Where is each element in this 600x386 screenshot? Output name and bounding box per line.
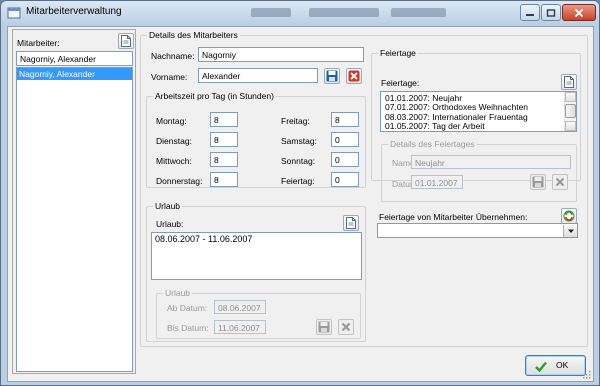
- new-employee-button[interactable]: [118, 33, 134, 49]
- delete-employee-button[interactable]: [346, 68, 362, 84]
- app-icon: [7, 6, 21, 20]
- holiday-detail-group: Details des Feiertages Name Neujahr Datu…: [381, 139, 577, 202]
- to-date-input[interactable]: 11.06.2007: [214, 320, 266, 334]
- chevron-down-icon[interactable]: [563, 225, 577, 237]
- resize-grip-icon[interactable]: [581, 369, 591, 379]
- employee-filter-input[interactable]: Nagorniy, Alexander: [16, 51, 133, 66]
- sunday-hours-input[interactable]: 0: [331, 152, 359, 167]
- holiday-hours-input[interactable]: 0: [331, 172, 359, 187]
- scroll-down-button[interactable]: [565, 121, 576, 131]
- application-window: Mitarbeiterverwaltung Mitarbeiter: Nagor…: [0, 0, 600, 386]
- firstname-input[interactable]: Alexander: [198, 68, 318, 83]
- to-date-label: Bis Datum:: [167, 323, 209, 333]
- close-button[interactable]: [562, 4, 596, 21]
- holidays-list-scrollbar[interactable]: [564, 92, 576, 131]
- holidays-group: Feiertage Feiertage: 01.01.2007: Neujahr…: [371, 48, 581, 202]
- title-bar[interactable]: Mitarbeiterverwaltung: [1, 1, 599, 25]
- copy-holidays-label: Feiertage von Mitarbeiter Übernehmen:: [379, 212, 528, 222]
- minimize-button[interactable]: [520, 4, 540, 21]
- holidays-legend: Feiertage: [378, 48, 418, 58]
- ok-label: OK: [556, 360, 569, 370]
- monday-label: Montag:: [156, 116, 187, 126]
- employee-details-legend: Details des Mitarbeiters: [147, 30, 240, 40]
- thursday-label: Donnerstag:: [156, 176, 203, 186]
- lastname-input[interactable]: Nagorniy: [198, 47, 364, 62]
- wednesday-label: Mittwoch:: [156, 156, 192, 166]
- vacation-list-item[interactable]: 08.06.2007 - 11.06.2007: [152, 233, 361, 246]
- employee-list-item[interactable]: Nagorniy, Alexander: [17, 68, 132, 80]
- vacation-detail-legend: Urlaub: [163, 288, 193, 298]
- window-title: Mitarbeiterverwaltung: [26, 6, 122, 17]
- employees-label: Mitarbeiter:: [17, 38, 60, 48]
- holiday-name-input[interactable]: Neujahr: [411, 155, 571, 169]
- scroll-thumb[interactable]: [565, 104, 576, 118]
- holidays-list[interactable]: 01.01.2007: Neujahr 07.01.2007: Orthodox…: [380, 91, 577, 132]
- vacation-legend: Urlaub: [153, 201, 183, 211]
- holiday-detail-legend: Details des Feiertages: [388, 139, 477, 149]
- worktime-legend: Arbeitszeit pro Tag (in Stunden): [153, 91, 276, 101]
- vacation-list[interactable]: 08.06.2007 - 11.06.2007: [151, 232, 362, 280]
- holiday-date-input[interactable]: 01.01.2007: [411, 175, 463, 189]
- employee-panel: Mitarbeiter: Nagorniy, Alexander Nagorni…: [12, 29, 136, 374]
- wednesday-hours-input[interactable]: 8: [210, 152, 238, 167]
- from-date-input[interactable]: 08.06.2007: [214, 300, 266, 314]
- client-area: Mitarbeiter: Nagorniy, Alexander Nagorni…: [7, 26, 594, 382]
- delete-vacation-button[interactable]: [338, 319, 354, 335]
- tuesday-hours-input[interactable]: 8: [210, 132, 238, 147]
- save-employee-button[interactable]: [324, 68, 340, 84]
- new-holiday-button[interactable]: [561, 74, 577, 90]
- ok-button[interactable]: OK: [525, 355, 586, 376]
- from-date-label: Ab Datum:: [167, 303, 208, 313]
- thursday-hours-input[interactable]: 8: [210, 172, 238, 187]
- vacation-detail-group: Urlaub Ab Datum: 08.06.2007 Bis Datum: 1…: [156, 288, 361, 339]
- maximize-button[interactable]: [541, 4, 561, 21]
- save-vacation-button[interactable]: [316, 319, 332, 335]
- friday-hours-input[interactable]: 8: [331, 112, 359, 127]
- check-icon: [535, 361, 547, 372]
- lastname-label: Nachname:: [151, 51, 195, 61]
- sunday-label: Sonntag:: [281, 156, 316, 166]
- copy-holidays-button[interactable]: [561, 208, 577, 224]
- delete-holiday-button[interactable]: [552, 174, 568, 190]
- employee-details-group: Details des Mitarbeiters Nachname: Nagor…: [140, 30, 588, 347]
- holidays-list-label: Feiertage:: [381, 78, 420, 88]
- save-holiday-button[interactable]: [530, 174, 546, 190]
- holiday-list-item[interactable]: 01.05.2007: Tag der Arbeit: [381, 121, 576, 131]
- new-vacation-button[interactable]: [343, 215, 359, 231]
- scroll-up-button[interactable]: [565, 92, 576, 102]
- worktime-group: Arbeitszeit pro Tag (in Stunden) Montag:…: [146, 91, 366, 188]
- vacation-group: Urlaub Urlaub: 08.06.2007 - 11.06.2007 U…: [146, 201, 366, 342]
- background-taskbar-ghost: [251, 6, 491, 20]
- tuesday-label: Dienstag:: [156, 136, 192, 146]
- saturday-label: Samstag:: [281, 136, 317, 146]
- friday-label: Freitag:: [281, 116, 310, 126]
- monday-hours-input[interactable]: 8: [210, 112, 238, 127]
- vacation-list-label: Urlaub:: [156, 219, 184, 229]
- holiday-label: Feiertag:: [281, 176, 315, 186]
- employee-list[interactable]: Nagorniy, Alexander: [16, 67, 133, 372]
- copy-holidays-combobox[interactable]: [377, 223, 578, 238]
- saturday-hours-input[interactable]: 0: [331, 132, 359, 147]
- firstname-label: Vorname:: [151, 72, 188, 82]
